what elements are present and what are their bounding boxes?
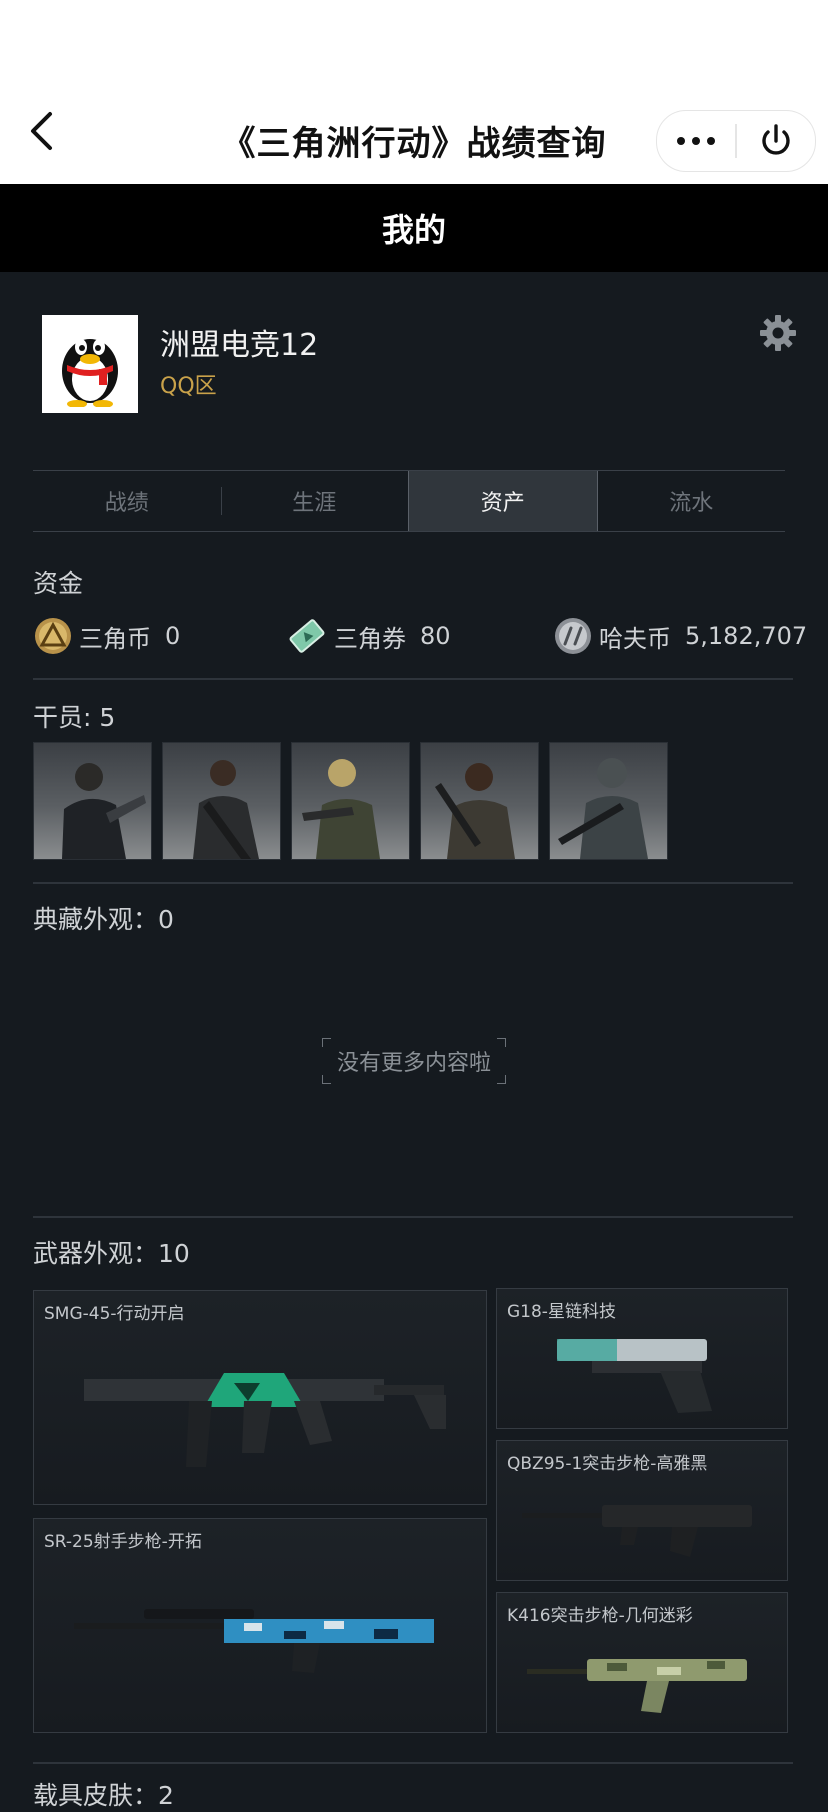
sniper-rifle-weapon-image: [74, 1609, 434, 1673]
operator-figure-icon: [62, 763, 146, 859]
region-label: QQ区: [160, 374, 217, 399]
avatar[interactable]: [42, 315, 138, 413]
k416-weapon-image: [527, 1659, 747, 1713]
vehicle-skins-label: 载具皮肤：2: [33, 1781, 174, 1810]
pistol-weapon-image: [557, 1339, 712, 1413]
operator-card[interactable]: [33, 742, 152, 860]
operator-card[interactable]: [162, 742, 281, 860]
weapon-skin-card[interactable]: K416突击步枪-几何迷彩: [496, 1592, 788, 1733]
corner-bracket: [322, 1038, 331, 1047]
more-button[interactable]: [657, 111, 735, 171]
haf-coin-icon: [555, 618, 591, 654]
weapon-skin-card[interactable]: G18-星链科技: [496, 1288, 788, 1429]
operators-list: [33, 742, 668, 860]
currency-value: 0: [165, 622, 181, 650]
tab-bar: 战绩 生涯 资产 流水: [33, 470, 785, 532]
operator-card[interactable]: [291, 742, 410, 860]
currency-name: 三角券: [334, 624, 406, 653]
funds-label: 资金: [33, 569, 84, 598]
power-button[interactable]: [737, 111, 815, 171]
gear-icon[interactable]: [758, 313, 798, 353]
empty-state: 没有更多内容啦: [322, 1038, 506, 1084]
empty-state-text: 没有更多内容啦: [336, 1051, 491, 1076]
divider: [33, 678, 793, 680]
divider: [33, 882, 793, 884]
tab-transactions[interactable]: 流水: [598, 471, 786, 531]
weapon-skin-name: K416突击步枪-几何迷彩: [507, 1606, 693, 1626]
weapon-skin-card[interactable]: SMG-45-行动开启: [33, 1290, 487, 1505]
qq-penguin-icon: [62, 339, 118, 407]
currency-triangle-coin: 三角币 0: [33, 614, 180, 658]
divider: [33, 1216, 793, 1218]
rifle-weapon-image: [522, 1505, 752, 1557]
currency-value: 5,182,707: [685, 622, 808, 650]
divider: [33, 1762, 793, 1764]
corner-bracket: [322, 1075, 331, 1084]
smg-weapon-image: [84, 1373, 446, 1467]
tab-assets[interactable]: 资产: [408, 471, 598, 531]
currency-value: 80: [420, 622, 451, 650]
operator-card[interactable]: [420, 742, 539, 860]
mini-program-capsule: [656, 110, 816, 172]
operators-label: 干员: 5: [33, 703, 116, 732]
more-dots-icon: [677, 137, 716, 145]
corner-bracket: [497, 1038, 506, 1047]
operator-figure-icon: [193, 760, 259, 859]
triangle-coin-icon: [35, 618, 71, 654]
collection-label: 典藏外观：0: [33, 905, 174, 934]
operator-card[interactable]: [549, 742, 668, 860]
weapon-skin-name: G18-星链科技: [507, 1302, 616, 1322]
weapon-skin-card[interactable]: QBZ95-1突击步枪-高雅黑: [496, 1440, 788, 1581]
operator-figure-icon: [302, 759, 380, 859]
operator-figure-icon: [435, 763, 515, 859]
corner-bracket: [497, 1075, 506, 1084]
operator-figure-icon: [558, 758, 648, 859]
triangle-ticket-icon: [289, 619, 325, 653]
weapon-skin-name: SR-25射手步枪-开拓: [44, 1532, 202, 1552]
currency-haf-coin: 哈夫币 5,182,707: [553, 614, 807, 658]
username: 洲盟电竞12: [160, 328, 319, 363]
power-icon: [762, 124, 790, 155]
currency-triangle-ticket: 三角券 80: [286, 614, 451, 658]
currency-name: 三角币: [79, 624, 151, 653]
currency-name: 哈夫币: [599, 624, 671, 653]
tab-career[interactable]: 生涯: [220, 471, 409, 531]
weapon-skin-card[interactable]: SR-25射手步枪-开拓: [33, 1518, 487, 1733]
page-header: 我的: [0, 184, 828, 272]
weapon-skin-name: QBZ95-1突击步枪-高雅黑: [507, 1454, 708, 1474]
weapon-skin-name: SMG-45-行动开启: [44, 1304, 185, 1324]
tab-record[interactable]: 战绩: [33, 471, 221, 531]
app-bar: 《三角洲行动》战绩查询: [0, 0, 828, 184]
weapons-label: 武器外观：10: [33, 1239, 190, 1268]
